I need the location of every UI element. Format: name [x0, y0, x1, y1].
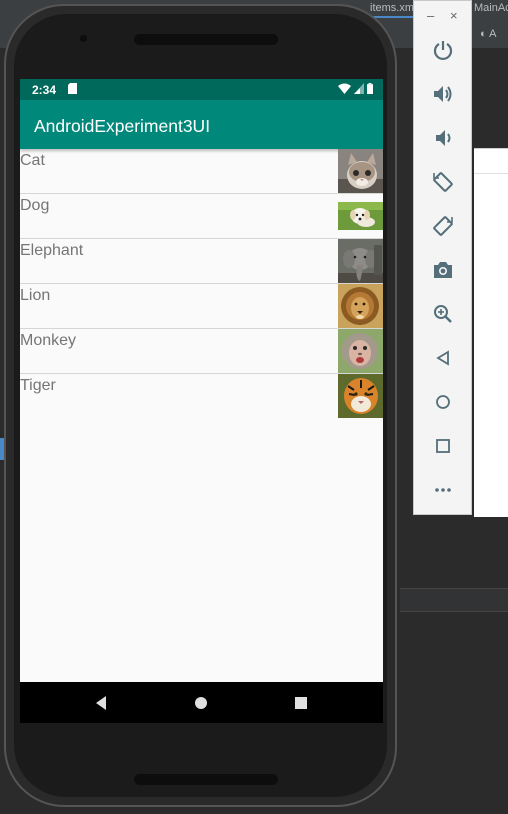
back-icon[interactable] [92, 694, 110, 712]
phone-screen: 2:34 AndroidExperiment3UI Cat Dog Elepha… [20, 79, 383, 723]
monkey-photo [338, 329, 383, 373]
ide-panel-divider [400, 588, 508, 612]
status-bar: 2:34 [20, 79, 383, 100]
circle-home-icon [436, 395, 450, 409]
zoom-button[interactable] [430, 301, 456, 327]
navigation-bar [20, 682, 383, 723]
ide-editor-panel [474, 148, 508, 517]
list-item-tiger[interactable]: Tiger [20, 374, 383, 419]
more-icon [435, 488, 451, 492]
front-camera [80, 35, 87, 42]
volume-down-icon [436, 130, 451, 146]
rotate-left-icon [433, 172, 453, 192]
signal-icon [354, 83, 364, 94]
list-item-cat[interactable]: Cat [20, 149, 383, 194]
elephant-photo [338, 239, 383, 283]
list-item-label: Tiger [20, 377, 56, 394]
power-icon [433, 41, 453, 61]
minimize-button[interactable]: – [427, 9, 434, 23]
overview-button[interactable] [430, 433, 456, 459]
camera-icon [434, 262, 452, 278]
dog-photo [338, 194, 383, 238]
rotate-left-button[interactable] [430, 169, 456, 195]
ide-right-toolbar[interactable]: ◐ A [474, 20, 508, 48]
list-item-monkey[interactable]: Monkey [20, 329, 383, 374]
wifi-icon [338, 83, 351, 94]
close-button[interactable]: × [450, 9, 458, 23]
list-item-dog[interactable]: Dog [20, 194, 383, 239]
top-speaker [134, 34, 278, 45]
back-button[interactable] [430, 345, 456, 371]
battery-icon [367, 83, 373, 94]
list-item-elephant[interactable]: Elephant [20, 239, 383, 284]
bottom-speaker [134, 774, 278, 785]
ide-tab-main-activity[interactable]: MainActivity [474, 0, 508, 16]
ide-tab-items-xml[interactable]: items.xml [370, 0, 414, 18]
zoom-icon [434, 305, 452, 323]
volume-down-button[interactable] [430, 125, 456, 151]
more-button[interactable] [430, 477, 456, 503]
list-item-label: Lion [20, 287, 51, 304]
list-item-label: Elephant [20, 242, 84, 259]
app-title: AndroidExperiment3UI [34, 116, 211, 136]
list-item-label: Dog [20, 197, 50, 214]
status-time: 2:34 [32, 83, 57, 97]
animal-list: Cat Dog Elephant Lion Monkey Tiger [20, 149, 383, 419]
rotate-right-icon [433, 216, 453, 236]
list-item-label: Monkey [20, 332, 77, 349]
sd-card-icon [68, 83, 77, 94]
emulator-toolbar: – × [413, 0, 472, 515]
rotate-right-button[interactable] [430, 213, 456, 239]
cat-photo [338, 149, 383, 193]
screenshot-button[interactable] [430, 257, 456, 283]
triangle-back-icon [436, 350, 449, 366]
volume-up-icon [434, 86, 452, 102]
list-item-lion[interactable]: Lion [20, 284, 383, 329]
volume-up-button[interactable] [430, 81, 456, 107]
app-bar: AndroidExperiment3UI [20, 100, 383, 149]
ide-editor-line [474, 173, 508, 174]
list-item-label: Cat [20, 152, 45, 169]
lion-photo [338, 284, 383, 328]
home-button[interactable] [430, 389, 456, 415]
overview-icon[interactable] [292, 694, 310, 712]
home-icon[interactable] [192, 694, 210, 712]
power-button[interactable] [430, 37, 456, 63]
square-overview-icon [436, 439, 450, 453]
ide-right-toolbar-label: A [489, 28, 497, 40]
tiger-photo [338, 374, 383, 418]
